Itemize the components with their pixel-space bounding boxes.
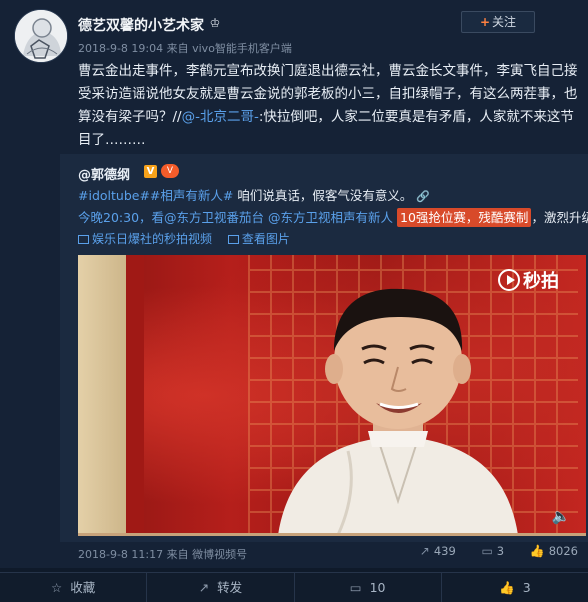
forward-icon: ↗ bbox=[198, 580, 210, 595]
plus-icon: + bbox=[479, 15, 491, 29]
mention-link[interactable]: @-北京二哥- bbox=[182, 109, 259, 125]
repost-line1-text: 咱们说真话，假客气没有意义。 bbox=[233, 188, 413, 203]
follow-label: 关注 bbox=[492, 15, 517, 29]
star-icon: ☆ bbox=[51, 580, 63, 595]
image-link-label: 查看图片 bbox=[241, 232, 290, 246]
forward-icon: ↗ bbox=[419, 544, 430, 558]
forward-button[interactable]: ↗ 转发 bbox=[147, 573, 295, 602]
video-progress-bar[interactable] bbox=[78, 533, 586, 536]
repost-links: 娱乐日爆社的秒拍视频 查看图片 bbox=[78, 230, 302, 247]
favorite-label: 收藏 bbox=[70, 580, 96, 595]
mention-link[interactable]: @东方卫视番茄台 bbox=[164, 210, 264, 225]
verified-badge: V bbox=[144, 165, 157, 178]
mention-link[interactable]: @东方卫视相声有新人 bbox=[268, 210, 393, 225]
repost-meta: 2018-9-8 11:17 来自 微博视频号 bbox=[78, 548, 248, 561]
comment-icon: ▭ bbox=[349, 580, 362, 595]
repost-comment-count: 3 bbox=[496, 544, 505, 558]
action-bar: ☆ 收藏 ↗ 转发 ▭ 10 👍 3 bbox=[0, 572, 588, 602]
image-icon bbox=[227, 235, 239, 244]
link-icon[interactable]: 🔗 bbox=[416, 190, 430, 203]
play-icon bbox=[498, 269, 520, 291]
comment-count: 10 bbox=[369, 580, 386, 595]
forward-label: 转发 bbox=[217, 580, 243, 595]
repost-line2: 今晚20:30，看@东方卫视番茄台 @东方卫视相声有新人 10强抢位赛，残酷赛制… bbox=[78, 207, 588, 227]
video-player[interactable]: 秒拍 🔈 bbox=[78, 255, 586, 535]
like-count: 3 bbox=[522, 580, 531, 595]
repost-stats: ↗ 439 ▭ 3 👍 8026 bbox=[398, 544, 578, 558]
repost-author[interactable]: @郭德纲 bbox=[78, 164, 130, 183]
repost-like-stat[interactable]: 👍 8026 bbox=[530, 544, 578, 558]
favorite-button[interactable]: ☆ 收藏 bbox=[0, 573, 148, 602]
post-meta: 2018-9-8 19:04 来自 vivo智能手机客户端 bbox=[78, 42, 292, 55]
repost-comment-stat[interactable]: ▭ 3 bbox=[481, 544, 504, 558]
video-person bbox=[278, 288, 518, 535]
image-link[interactable]: 查看图片 bbox=[227, 232, 290, 246]
vip-badge: V bbox=[161, 164, 179, 178]
repost-like-count: 8026 bbox=[548, 544, 578, 558]
video-pillar-decoration bbox=[126, 255, 144, 535]
like-button[interactable]: 👍 3 bbox=[442, 573, 588, 602]
user-avatar[interactable] bbox=[14, 9, 68, 63]
volume-icon[interactable]: 🔈 bbox=[550, 507, 572, 525]
crown-icon: ♔ bbox=[209, 16, 221, 30]
post-text: 曹云金出走事件，李鹤元宣布改换门庭退出德云社，曹云金长文事件，李寅飞自己接受采访… bbox=[78, 60, 578, 152]
thumb-up-icon: 👍 bbox=[529, 544, 545, 558]
video-watermark: 秒拍 bbox=[498, 267, 559, 293]
follow-button[interactable]: + 关注 bbox=[461, 11, 535, 33]
repost-line1: #idoltube##相声有新人# 咱们说真话，假客气没有意义。 🔗 bbox=[78, 185, 430, 204]
repost-line2-prefix: 今晚20:30，看 bbox=[78, 210, 165, 225]
video-scroll-decoration bbox=[78, 255, 126, 535]
repost-line2-suffix: ，激烈升级！ bbox=[531, 210, 588, 225]
comment-button[interactable]: ▭ 10 bbox=[295, 573, 442, 602]
repost-forward-stat[interactable]: ↗ 439 bbox=[420, 544, 456, 558]
video-icon bbox=[78, 235, 89, 244]
watermark-label: 秒拍 bbox=[523, 271, 559, 292]
thumb-up-icon: 👍 bbox=[499, 580, 515, 595]
video-link[interactable]: 娱乐日爆社的秒拍视频 bbox=[78, 232, 212, 246]
highlight-text: 10强抢位赛，残酷赛制 bbox=[397, 208, 532, 227]
comment-icon: ▭ bbox=[481, 544, 493, 558]
repost-forward-count: 439 bbox=[433, 544, 456, 558]
hashtag-link[interactable]: #idoltube##相声有新人# bbox=[78, 188, 233, 203]
video-link-label: 娱乐日爆社的秒拍视频 bbox=[92, 232, 213, 246]
username[interactable]: 德艺双馨的小艺术家 bbox=[78, 15, 204, 35]
